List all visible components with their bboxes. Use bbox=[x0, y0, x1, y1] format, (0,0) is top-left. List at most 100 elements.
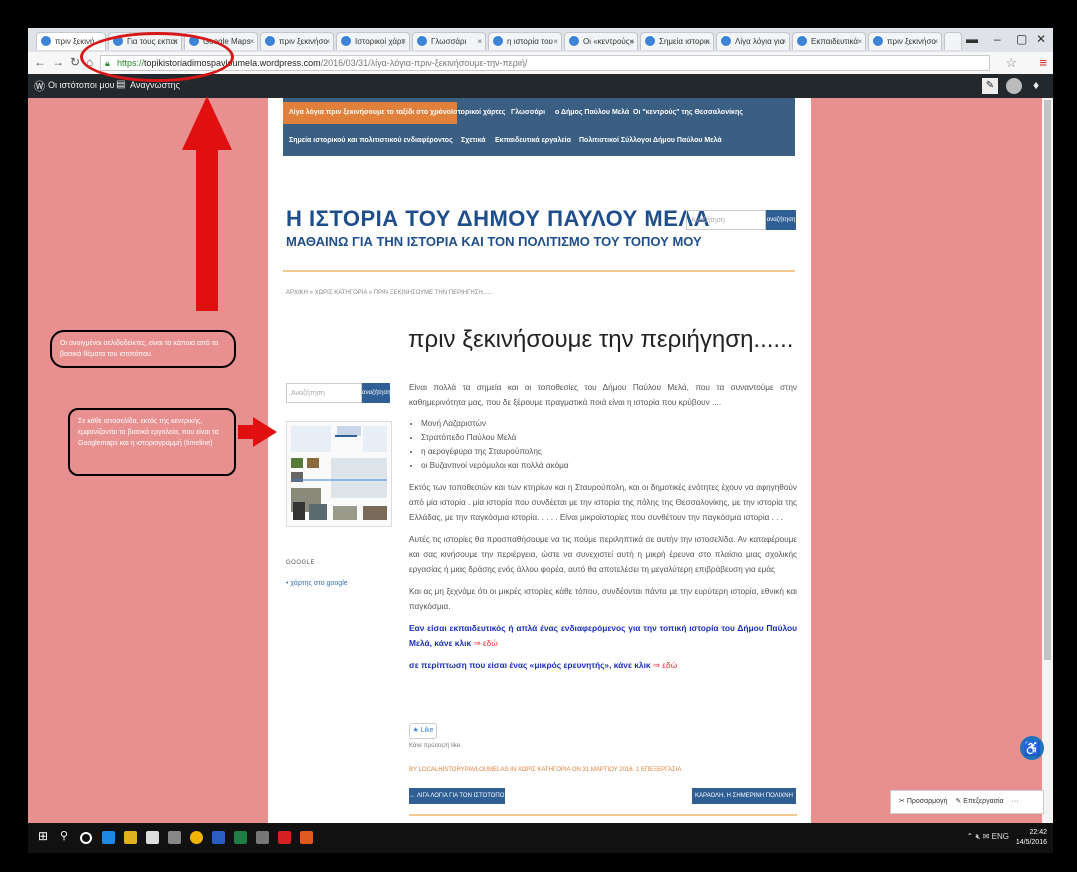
word-icon[interactable] bbox=[212, 831, 225, 844]
browser-tab[interactable]: Γλωσσάρι × bbox=[412, 32, 486, 50]
sidebar-search-input[interactable]: Αναζήτηση bbox=[286, 383, 362, 403]
maximize-icon[interactable]: ▢ bbox=[1016, 32, 1027, 46]
right-arrow-head bbox=[253, 417, 277, 447]
customize-link[interactable]: Προσαρμογή bbox=[907, 798, 948, 805]
like-button[interactable]: ★ Like bbox=[409, 723, 437, 739]
language-indicator[interactable]: ENG bbox=[992, 832, 1009, 841]
browser-tab[interactable]: Ιστορικοί χάρτ × bbox=[336, 32, 410, 50]
close-icon[interactable]: × bbox=[325, 33, 330, 50]
teacher-here-link[interactable]: ⇒ εδώ bbox=[473, 638, 497, 648]
avatar[interactable] bbox=[1006, 78, 1022, 94]
chrome-icon[interactable] bbox=[190, 831, 203, 844]
tab-label: πριν ξεκινήσο bbox=[887, 37, 936, 46]
nav-item[interactable]: Ιστορικοί χάρτες bbox=[451, 102, 505, 124]
nav-item[interactable]: Οι "κεντρούς" της Θεσσαλονίκης bbox=[633, 102, 743, 124]
menu-icon[interactable]: ≡ bbox=[1039, 55, 1047, 70]
wordpress-logo-icon[interactable]: Ⓦ bbox=[34, 78, 45, 94]
post-content: Είναι πολλά τα σημεία και οι τοποθεσίες … bbox=[409, 380, 797, 680]
right-arrow-shaft bbox=[238, 425, 254, 439]
researcher-here-link[interactable]: ⇒ εδώ bbox=[653, 660, 677, 670]
powerpoint-icon[interactable] bbox=[300, 831, 313, 844]
close-icon[interactable]: × bbox=[477, 33, 482, 50]
search-icon[interactable]: ⚲ bbox=[60, 829, 73, 842]
system-tray[interactable]: ⌃ 🔇︎ ✉ ENG bbox=[967, 832, 1009, 842]
close-window-icon[interactable]: ✕ bbox=[1036, 32, 1046, 46]
scrollbar-thumb[interactable] bbox=[1044, 100, 1051, 660]
scrollbar[interactable] bbox=[1042, 98, 1053, 823]
sidebar-google-heading: GOOGLE bbox=[286, 560, 316, 566]
store-icon[interactable] bbox=[146, 831, 159, 844]
browser-tab[interactable]: Εκπαιδευτικά × bbox=[792, 32, 866, 50]
close-icon[interactable]: × bbox=[553, 33, 558, 50]
header-search-button[interactable]: αναζήτηση bbox=[766, 210, 796, 230]
task-view-icon[interactable] bbox=[80, 832, 92, 844]
nav-item[interactable]: Γλωσσάρι bbox=[511, 102, 545, 124]
wordpress-favicon-icon bbox=[493, 36, 503, 46]
nav-item[interactable]: ο Δήμος Παύλου Μελά bbox=[555, 102, 629, 124]
site-tagline: ΜΑΘΑΙΝΩ ΓΙΑ ΤΗΝ ΙΣΤΟΡΙΑ ΚΑΙ ΤΟΝ ΠΟΛΙΤΙΣΜ… bbox=[286, 234, 702, 249]
browser-tab[interactable]: Οι «κεντρούς» × bbox=[564, 32, 638, 50]
more-icon[interactable]: ··· bbox=[1012, 798, 1019, 805]
browser-tab[interactable]: η ιστορία του × bbox=[488, 32, 562, 50]
browser-tab[interactable]: Σημεία ιστορικ × bbox=[640, 32, 714, 50]
user-profile-icon[interactable]: ▬ bbox=[966, 32, 978, 46]
close-icon[interactable]: × bbox=[401, 33, 406, 50]
browser-tab[interactable]: πριν ξεκινήσο × bbox=[260, 32, 334, 50]
teacher-cta-text: Εαν είσαι εκπαιδευτικός ή απλά ένας ενδι… bbox=[409, 623, 797, 648]
post-paragraph: Και ας μη ξεχνάμε ότι οι μικρές ιστορίες… bbox=[409, 587, 797, 611]
nav-item[interactable]: Πολιτιστικοί Σύλλογοι Δήμου Παύλου Μελά bbox=[579, 130, 722, 152]
my-sites-link[interactable]: Οι ιστότοποι μου bbox=[48, 80, 115, 90]
new-tab-button[interactable] bbox=[944, 32, 962, 50]
header-search-input[interactable]: Αναζήτηση bbox=[686, 210, 766, 230]
annotation-note-bookmarks: Οι ανοιγμένοι σελιδοδείκτες, είναι τα κά… bbox=[50, 330, 236, 368]
timeline-map-thumbnail[interactable] bbox=[286, 421, 392, 527]
accessibility-icon[interactable]: ♿ bbox=[1020, 736, 1044, 760]
url-highlight-ellipse bbox=[80, 32, 234, 82]
breadcrumb: ΑΡΧΙΚΗ » ΧΩΡΙΣ ΚΑΤΗΓΟΡΙΑ » ΠΡΙΝ ΞΕΚΙΝΗΣΟ… bbox=[286, 290, 493, 296]
close-icon[interactable]: × bbox=[629, 33, 634, 50]
reload-icon[interactable]: ↻ bbox=[70, 55, 80, 69]
bookmark-star-icon[interactable]: ☆ bbox=[1005, 55, 1017, 71]
researcher-cta-text: σε περίπτωση που είσαι ένας «μικρός ερευ… bbox=[409, 660, 651, 670]
edit-link[interactable]: Επεξεργασία bbox=[963, 798, 1003, 805]
customize-icon: ✂ bbox=[899, 798, 905, 805]
close-icon[interactable]: × bbox=[933, 33, 938, 50]
like-label: Like bbox=[420, 727, 434, 734]
windows-start-icon[interactable]: ⊞ bbox=[38, 829, 51, 843]
site-title[interactable]: Η ΙΣΤΟΡΙΑ ΤΟΥ ΔΗΜΟΥ ΠΑΥΛΟΥ ΜΕΛΑ bbox=[286, 206, 710, 232]
next-post-button[interactable]: ΚΑΡΑΟΛΗ, Η ΣΗΜΕΡΙΝΗ ΠΟΛΙΧΝΗ → bbox=[692, 788, 796, 815]
thumbnail-image bbox=[291, 426, 387, 520]
nav-item[interactable]: Σχετικά bbox=[461, 130, 486, 152]
close-icon[interactable]: × bbox=[705, 33, 710, 50]
wordpress-favicon-icon bbox=[41, 36, 51, 46]
back-icon[interactable]: ← bbox=[34, 55, 46, 69]
post-byline[interactable]: BY LOCALHISTORYPAVLOUMELAS IN ΧΩΡΙΣ ΚΑΤΗ… bbox=[409, 767, 681, 773]
browser-tab[interactable]: Λίγα λόγια για × bbox=[716, 32, 790, 50]
app-icon[interactable] bbox=[168, 831, 181, 844]
browser-tab[interactable]: πριν ξεκινήσο × bbox=[868, 32, 942, 50]
excel-icon[interactable] bbox=[234, 831, 247, 844]
close-icon[interactable]: × bbox=[781, 33, 786, 50]
sidebar-search-button[interactable]: αναζήτηση bbox=[362, 383, 391, 403]
tab-label: Γλωσσάρι bbox=[431, 37, 467, 46]
write-post-icon[interactable]: ✎ bbox=[982, 78, 998, 94]
paint-icon[interactable] bbox=[256, 831, 269, 844]
wordpress-favicon-icon bbox=[797, 36, 807, 46]
close-icon[interactable]: × bbox=[857, 33, 862, 50]
clock[interactable]: 22:42 14/5/2016 bbox=[1016, 828, 1047, 848]
google-map-link[interactable]: • χάρτης στο google bbox=[286, 580, 348, 587]
close-icon[interactable]: × bbox=[249, 33, 254, 50]
forward-icon[interactable]: → bbox=[52, 55, 64, 69]
edge-icon[interactable] bbox=[102, 831, 115, 844]
post-paragraph: Εκτός των τοποθεσιών και των κτηρίων και… bbox=[409, 483, 797, 522]
nav-item[interactable]: Λίγα λόγια πριν ξεκινήσουμε το ταξίδι στ… bbox=[283, 102, 457, 124]
notifications-icon[interactable]: ♦ bbox=[1028, 78, 1044, 94]
annotation-note-tools: Σε κάθε ιστοσελίδα, εκτός της κεντρικής,… bbox=[68, 408, 236, 476]
nav-item[interactable]: Σημεία ιστορικού και πολιτιστικού ενδιαφ… bbox=[289, 130, 453, 152]
minimize-icon[interactable]: – bbox=[994, 32, 1001, 46]
nav-item[interactable]: Εκπαιδευτικά εργαλεία bbox=[495, 130, 571, 152]
url-path: /2016/03/31/λίγα-λόγια-πριν-ξεκινήσουμε-… bbox=[320, 58, 528, 68]
acrobat-icon[interactable] bbox=[278, 831, 291, 844]
previous-post-button[interactable]: ← ΛΙΓΑ ΛΟΓΙΑ ΓΙΑ ΤΟΝ ΙΣΤΟΤΟΠΟ bbox=[409, 788, 505, 804]
file-explorer-icon[interactable] bbox=[124, 831, 137, 844]
